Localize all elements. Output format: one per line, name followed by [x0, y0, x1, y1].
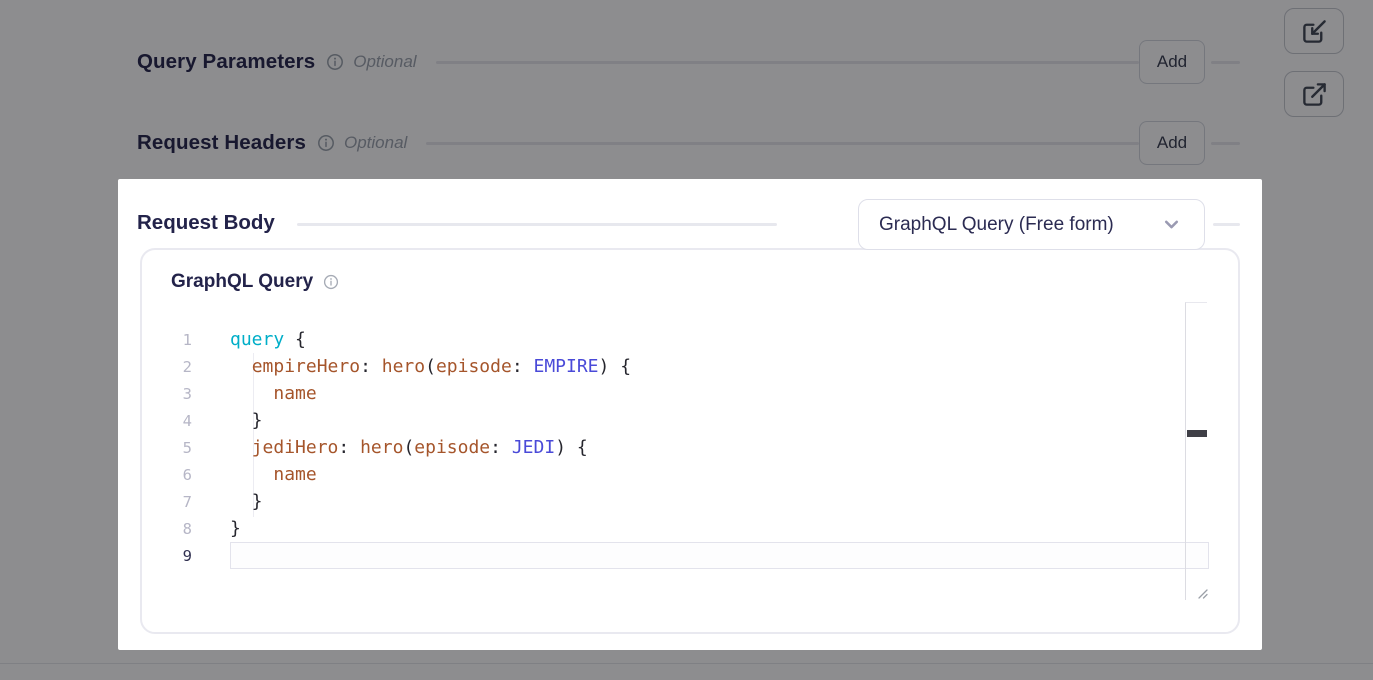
scrollbar-thumb[interactable] [1187, 430, 1207, 437]
code-text: query { [230, 329, 306, 350]
request-body-panel: Request Body GraphQL Query (Free form) G… [118, 179, 1262, 650]
line-number: 2 [166, 358, 192, 376]
code-rows[interactable]: 1 query { 2 empireHero: hero(episode: EMPI… [166, 326, 1166, 569]
code-line[interactable]: 2 empireHero: hero(episode: EMPIRE) { [166, 353, 1166, 380]
page: Query Parameters Optional Add Request He… [0, 0, 1373, 680]
code-line[interactable]: 8} [166, 515, 1166, 542]
request-body-title: Request Body [137, 211, 275, 235]
code-text: jediHero: hero(episode: JEDI) { [230, 437, 588, 458]
code-text: } [230, 491, 263, 512]
line-number: 6 [166, 466, 192, 484]
line-number: 1 [166, 331, 192, 349]
body-type-value: GraphQL Query (Free form) [879, 214, 1161, 236]
chevron-down-icon [1161, 214, 1182, 235]
code-line[interactable]: 7 } [166, 488, 1166, 515]
code-text: name [230, 464, 317, 485]
code-line[interactable]: 5 jediHero: hero(episode: JEDI) { [166, 434, 1166, 461]
divider [1213, 223, 1240, 226]
line-number: 7 [166, 493, 192, 511]
line-number: 5 [166, 439, 192, 457]
code-line[interactable]: 1 query { [166, 326, 1166, 353]
code-text: } [230, 518, 241, 539]
graphql-editor-container: GraphQL Query 1 query { 2 empireHero: hero… [140, 248, 1240, 634]
code-text: } [230, 410, 263, 431]
divider [297, 223, 777, 226]
code-line[interactable]: 3 name [166, 380, 1166, 407]
code-text: name [230, 383, 317, 404]
editor-scrollbar[interactable] [1185, 302, 1207, 600]
info-icon[interactable] [323, 274, 339, 290]
body-type-select[interactable]: GraphQL Query (Free form) [858, 199, 1205, 250]
resize-grip-icon[interactable] [1194, 585, 1210, 601]
code-text: empireHero: hero(episode: EMPIRE) { [230, 356, 631, 377]
graphql-query-label: GraphQL Query [171, 271, 313, 293]
code-line[interactable]: 4 } [166, 407, 1166, 434]
code-line[interactable]: 9 [166, 542, 1166, 569]
line-number: 9 [166, 547, 192, 565]
code-line[interactable]: 6 name [166, 461, 1166, 488]
line-number: 3 [166, 385, 192, 403]
line-number: 8 [166, 520, 192, 538]
line-number: 4 [166, 412, 192, 430]
